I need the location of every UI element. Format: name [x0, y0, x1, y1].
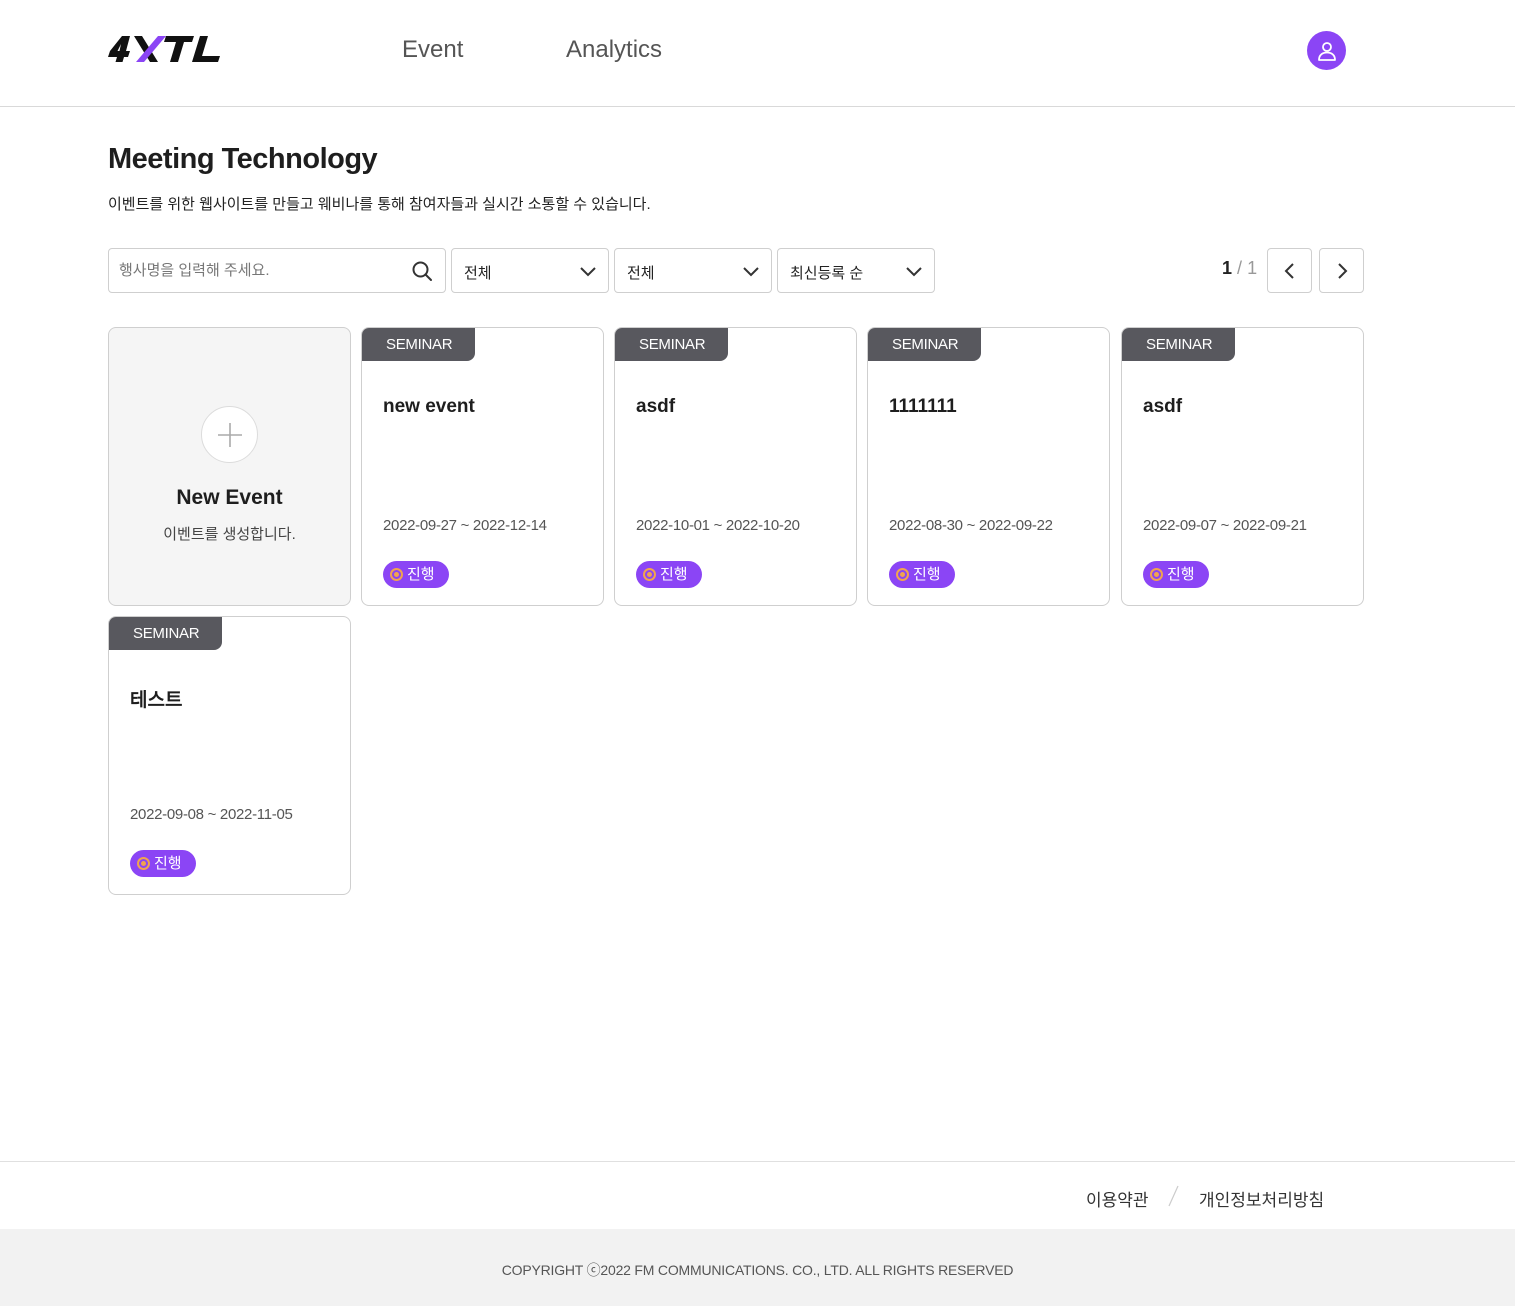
new-event-title: New Event — [176, 486, 283, 509]
top-header: Event Analytics — [0, 0, 1515, 107]
event-type-tag: SEMINAR — [362, 328, 476, 361]
pagination-indicator: 1 / 1 — [1222, 258, 1257, 279]
event-type-tag: SEMINAR — [615, 328, 729, 361]
status-filter-value: 전체 — [627, 265, 655, 282]
next-page-button[interactable] — [1319, 248, 1364, 293]
status-dot-icon — [896, 568, 909, 581]
terms-link[interactable]: 이용약관 — [1086, 1186, 1149, 1211]
event-card[interactable]: SEMINAR asdf 2022-09-07 ~ 2022-09-21 진행 — [1121, 327, 1364, 606]
chevron-down-icon — [743, 267, 759, 277]
status-dot-icon — [643, 568, 656, 581]
category-filter-value: 전체 — [464, 265, 492, 282]
event-card[interactable]: SEMINAR 1111111 2022-08-30 ~ 2022-09-22 … — [867, 327, 1110, 606]
event-title: new event — [383, 396, 475, 417]
sort-select[interactable]: 최신등록 순 — [777, 248, 935, 293]
search-input[interactable] — [119, 249, 409, 292]
add-event-button[interactable] — [201, 406, 258, 463]
event-type-tag: SEMINAR — [1122, 328, 1236, 361]
event-type-tag: SEMINAR — [109, 617, 223, 650]
page-current: 1 — [1222, 258, 1233, 278]
chevron-left-icon — [1284, 262, 1294, 279]
prev-page-button[interactable] — [1267, 248, 1312, 293]
chevron-right-icon — [1337, 262, 1347, 279]
event-date-range: 2022-08-30 ~ 2022-09-22 — [889, 517, 1053, 534]
new-event-card[interactable]: New Event 이벤트를 생성합니다. — [108, 327, 351, 606]
event-title: asdf — [636, 396, 676, 417]
logo[interactable] — [108, 34, 224, 64]
status-dot-icon — [390, 568, 403, 581]
plus-icon — [217, 422, 242, 447]
chevron-down-icon — [580, 267, 596, 277]
event-card[interactable]: SEMINAR new event 2022-09-27 ~ 2022-12-1… — [361, 327, 604, 606]
page-title: Meeting Technology — [108, 143, 378, 175]
page-separator: / — [1237, 258, 1243, 278]
user-icon — [1317, 41, 1336, 61]
chevron-down-icon — [906, 267, 922, 277]
page-total: 1 — [1247, 258, 1258, 278]
nav-event[interactable]: Event — [402, 36, 463, 64]
page-description: 이벤트를 위한 웹사이트를 만들고 웨비나를 통해 참여자들과 실시간 소통할 … — [108, 196, 651, 213]
status-label: 진행 — [154, 855, 182, 872]
status-badge: 진행 — [889, 561, 955, 588]
new-event-subtitle: 이벤트를 생성합니다. — [163, 526, 296, 543]
privacy-policy-link[interactable]: 개인정보처리방침 — [1199, 1186, 1324, 1211]
status-label: 진행 — [1167, 566, 1195, 583]
status-label: 진행 — [407, 566, 435, 583]
event-date-range: 2022-09-27 ~ 2022-12-14 — [383, 517, 547, 534]
footer-links-bar: 이용약관 개인정보처리방침 — [0, 1161, 1515, 1229]
event-date-range: 2022-09-07 ~ 2022-09-21 — [1143, 517, 1307, 534]
search-box — [108, 248, 446, 293]
status-dot-icon — [137, 857, 150, 870]
status-badge: 진행 — [130, 850, 196, 877]
status-badge: 진행 — [383, 561, 449, 588]
event-card[interactable]: SEMINAR asdf 2022-10-01 ~ 2022-10-20 진행 — [614, 327, 857, 606]
search-icon[interactable] — [411, 260, 433, 282]
sort-value: 최신등록 순 — [790, 265, 864, 282]
footer-copyright-bar: COPYRIGHT ⓒ2022 FM COMMUNICATIONS. CO., … — [0, 1229, 1515, 1306]
profile-avatar-button[interactable] — [1307, 31, 1346, 70]
event-title: asdf — [1143, 396, 1183, 417]
status-dot-icon — [1150, 568, 1163, 581]
event-card[interactable]: SEMINAR 테스트 2022-09-08 ~ 2022-11-05 진행 — [108, 616, 351, 895]
status-filter-select[interactable]: 전체 — [614, 248, 772, 293]
event-date-range: 2022-09-08 ~ 2022-11-05 — [130, 806, 293, 823]
event-date-range: 2022-10-01 ~ 2022-10-20 — [636, 517, 800, 534]
status-badge: 진행 — [636, 561, 702, 588]
footer-divider — [1168, 1185, 1179, 1207]
status-badge: 진행 — [1143, 561, 1209, 588]
copyright-text: COPYRIGHT ⓒ2022 FM COMMUNICATIONS. CO., … — [501, 1262, 1014, 1278]
status-label: 진행 — [913, 566, 941, 583]
nav-analytics[interactable]: Analytics — [566, 36, 662, 64]
event-title: 테스트 — [130, 690, 183, 711]
category-filter-select[interactable]: 전체 — [451, 248, 609, 293]
event-type-tag: SEMINAR — [868, 328, 982, 361]
status-label: 진행 — [660, 566, 688, 583]
event-title: 1111111 — [889, 396, 957, 417]
